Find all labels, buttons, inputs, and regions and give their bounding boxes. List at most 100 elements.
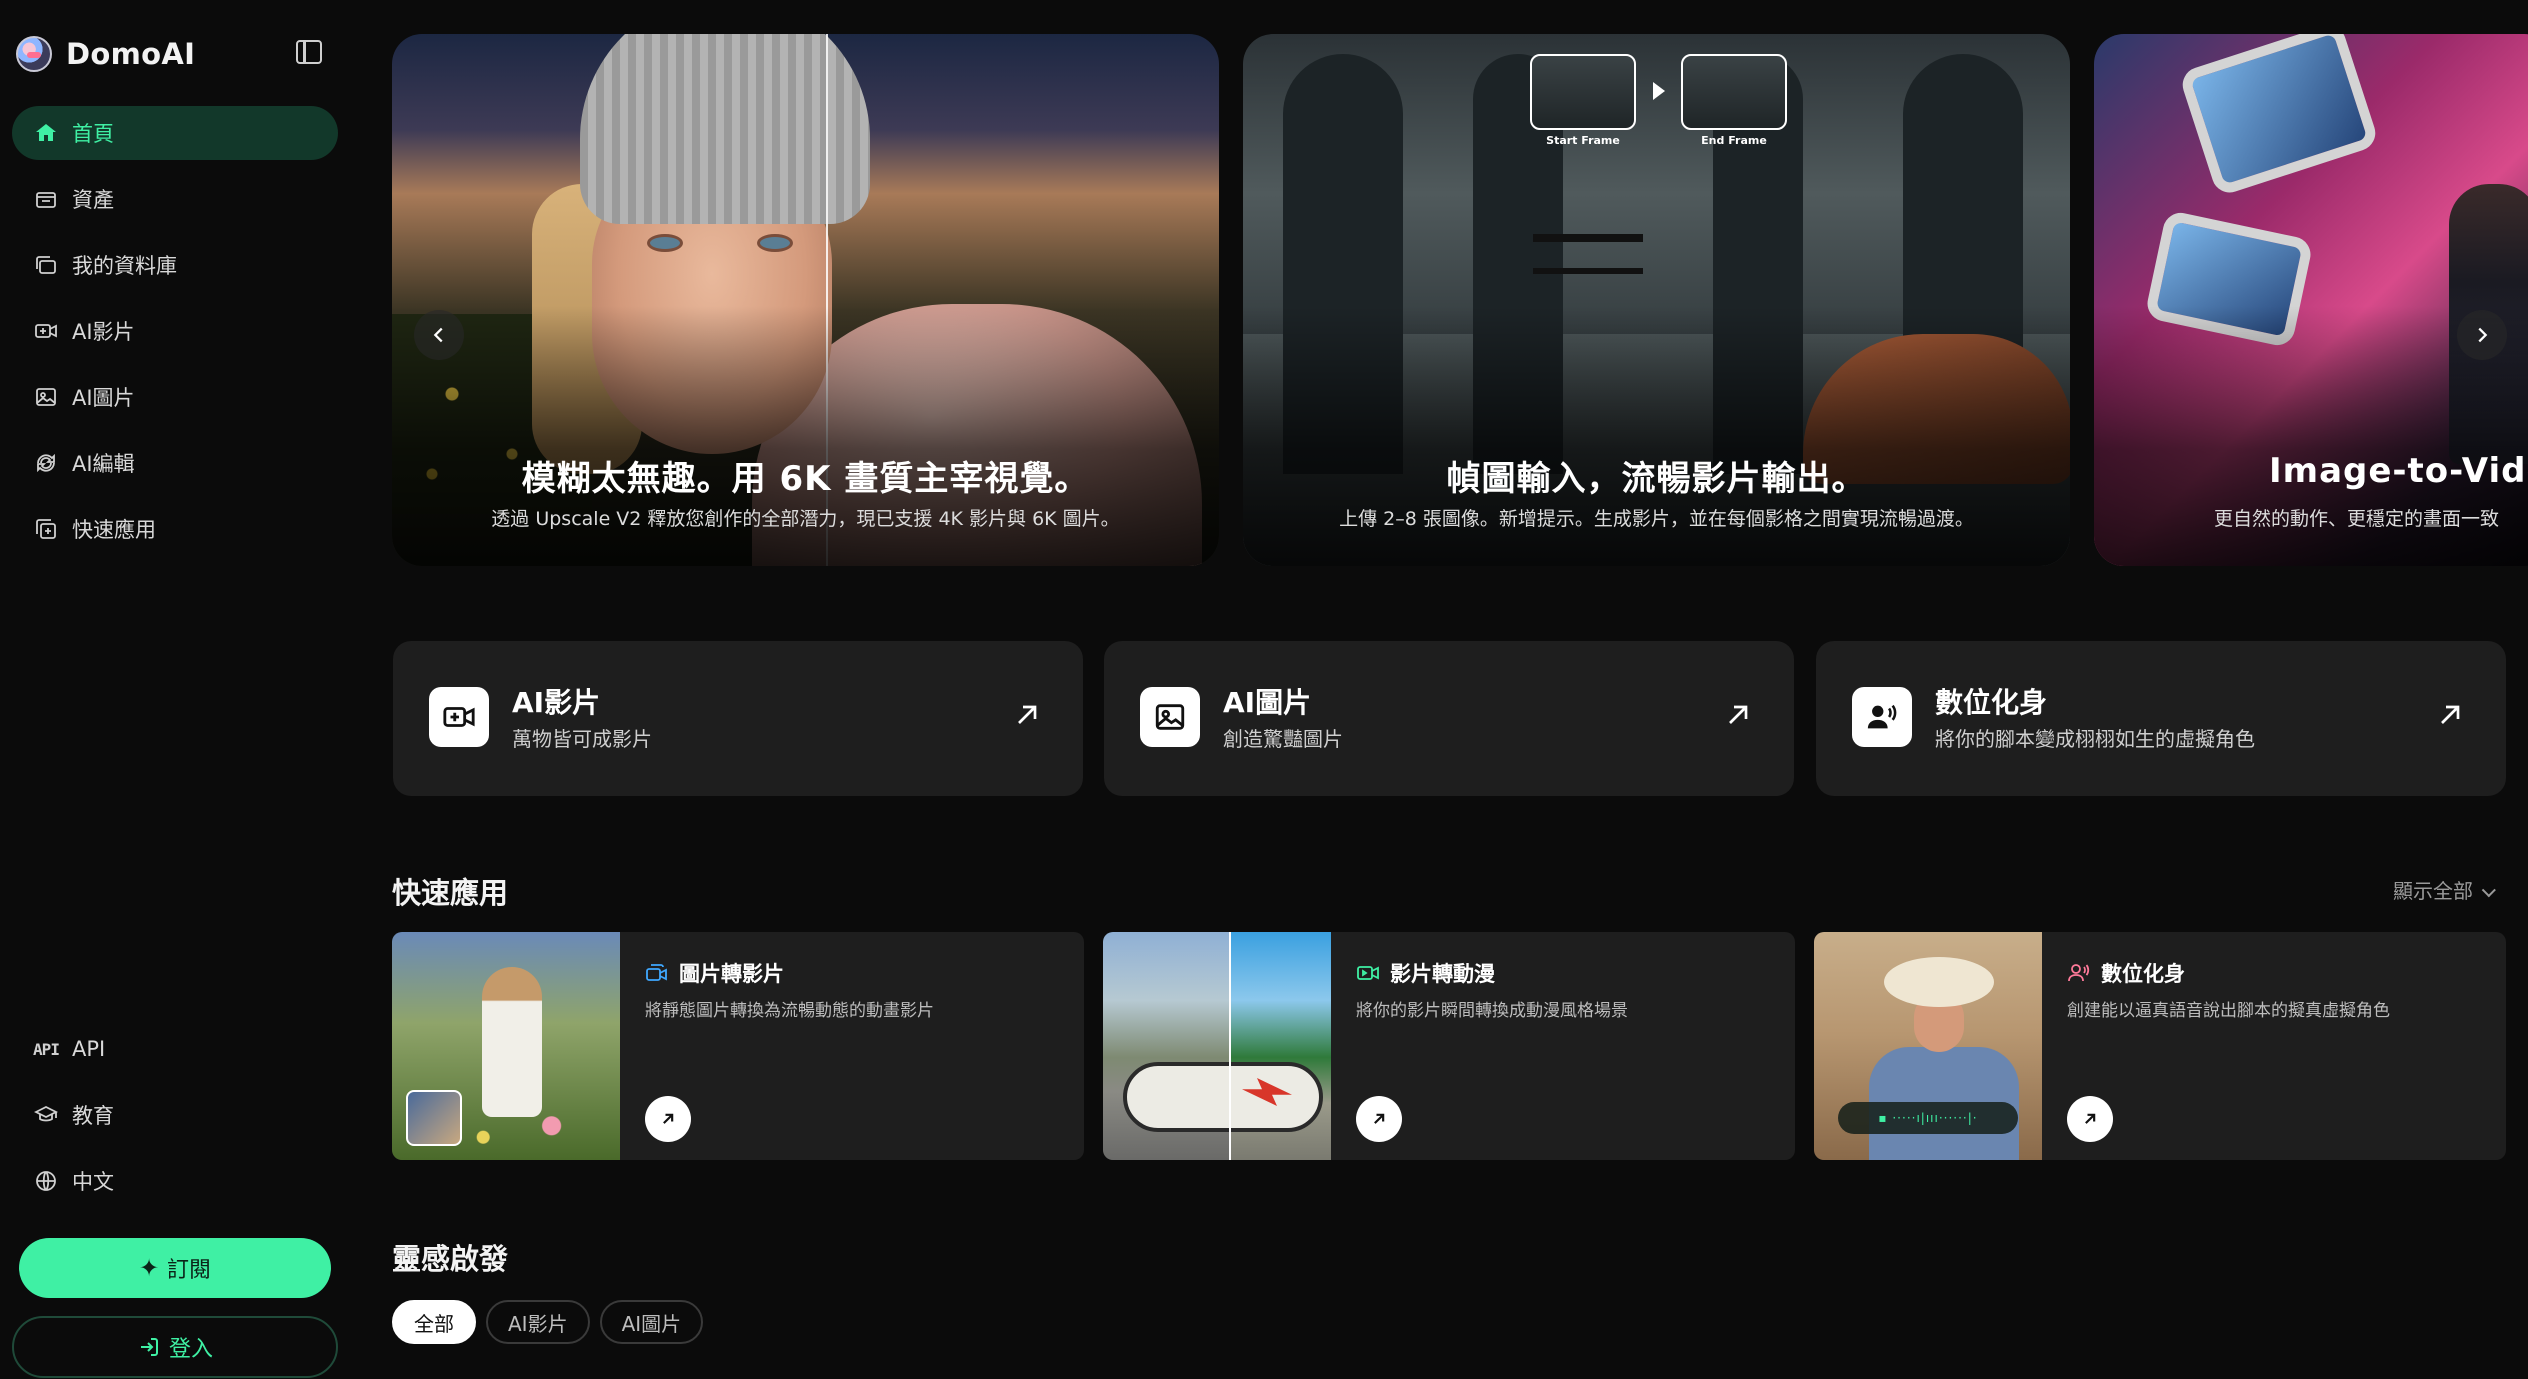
banner-frames-to-video[interactable]: Start Frame End Frame 幀圖輸入，流暢影片輸出。 上傳 2–…: [1243, 34, 2070, 566]
thumbnail-motorcycle: [1123, 1062, 1323, 1132]
banner-image-bench: [1533, 234, 1643, 274]
quick-app-video-to-anime[interactable]: 影片轉動漫 將你的影片瞬間轉換成動漫風格場景: [1103, 932, 1795, 1160]
arrow-up-right-icon: [2441, 705, 2460, 724]
app-thumbnail: [392, 932, 620, 1160]
education-icon: [32, 1101, 60, 1129]
login-button[interactable]: 登入: [12, 1316, 338, 1378]
banner-upscale[interactable]: 模糊太無趣。用 6K 畫質主宰視覺。 透過 Upscale V2 釋放您創作的全…: [392, 34, 1219, 566]
carousel-next-button[interactable]: [2457, 310, 2507, 360]
feature-title: AI影片: [512, 686, 601, 719]
quick-app-avatar[interactable]: ▪ ·····ı|ııı······|· 數位化身 創建能以逼真語音說出腳本的擬…: [1814, 932, 2506, 1160]
sidebar-item-library[interactable]: 我的資料庫: [12, 238, 338, 292]
thumbnail-violinist: [482, 967, 542, 1117]
thumbnail-cowboy-hat: [1884, 957, 1994, 1007]
banner-subtitle: 透過 Upscale V2 釋放您創作的全部潛力，現已支援 4K 影片與 6K …: [491, 508, 1120, 530]
subscribe-button[interactable]: ✦ 訂閱: [19, 1238, 331, 1298]
video-plus-icon: [429, 687, 489, 747]
app-title: 數位化身: [2067, 958, 2185, 988]
quick-app-image-to-video[interactable]: 圖片轉影片 將靜態圖片轉換為流暢動態的動畫影片: [392, 932, 1084, 1160]
app-desc: 將你的影片瞬間轉換成動漫風格場景: [1356, 1001, 1628, 1021]
comparison-divider: [1229, 932, 1231, 1160]
banner-image-eye: [757, 234, 793, 252]
arrow-up-right-icon: [2085, 1113, 2096, 1124]
sidebar-item-language[interactable]: 中文: [12, 1154, 338, 1208]
feature-card-ai-image[interactable]: AI圖片 創造驚豔圖片: [1104, 641, 1794, 796]
start-frame-thumbnail: [1530, 54, 1636, 130]
sidebar-item-home[interactable]: 首頁: [12, 106, 338, 160]
banner-subtitle: 更自然的動作、更穩定的畫面一致: [2214, 508, 2500, 530]
banner-image-to-video[interactable]: Image-to-Video 更自然的動作、更穩定的畫面一致: [2094, 34, 2528, 566]
globe-icon: [32, 1167, 60, 1195]
image-icon: [1140, 687, 1200, 747]
chip-ai-image[interactable]: AI圖片: [599, 1300, 704, 1344]
collapse-sidebar-icon[interactable]: [296, 40, 322, 64]
play-arrow-icon: [1653, 82, 1665, 100]
app-desc: 將靜態圖片轉換為流暢動態的動畫影片: [645, 1001, 934, 1021]
sidebar-item-label: 我的資料庫: [72, 254, 177, 278]
show-all-link[interactable]: 顯示全部: [2393, 875, 2496, 904]
sidebar-item-label: 資產: [72, 188, 114, 212]
sparkle-icon: ✦: [138, 1254, 160, 1282]
feature-card-ai-video[interactable]: AI影片 萬物皆可成影片: [393, 641, 1083, 796]
sidebar-item-quick-apps[interactable]: 快速應用: [12, 502, 338, 556]
banner-title: 幀圖輸入，流暢影片輸出。: [1446, 459, 1867, 499]
brand[interactable]: DomoAI: [16, 34, 195, 74]
app-title-text: 影片轉動漫: [1390, 962, 1495, 986]
image-to-video-icon: [646, 964, 667, 981]
arrow-up-right-icon: [663, 1113, 674, 1124]
feature-title: AI圖片: [1223, 686, 1312, 719]
home-icon: [32, 119, 60, 147]
banner-title: Image-to-Video: [2269, 451, 2528, 491]
chevron-left-icon: [433, 327, 443, 343]
banner-image-eye: [647, 234, 683, 252]
arrow-up-right-icon: [1374, 1113, 1385, 1124]
login-label: 登入: [168, 1337, 213, 1362]
open-app-button[interactable]: [1356, 1096, 1402, 1142]
sidebar-item-ai-edit[interactable]: AI編輯: [12, 436, 338, 490]
sidebar-item-label: 中文: [72, 1170, 114, 1194]
image-icon: [32, 383, 60, 411]
video-to-anime-icon: [1357, 966, 1379, 980]
sidebar-item-api[interactable]: API API: [12, 1022, 338, 1076]
sidebar-item-education[interactable]: 教育: [12, 1088, 338, 1142]
show-all-label: 顯示全部: [2393, 879, 2473, 903]
sidebar-item-label: 教育: [72, 1104, 114, 1128]
open-app-button[interactable]: [645, 1096, 691, 1142]
sidebar-item-label: 首頁: [72, 122, 114, 146]
main-nav: 首頁 資產 我的資料庫 AI影片 AI圖片 AI編輯 快速應用: [12, 106, 338, 568]
api-icon: API: [33, 1039, 60, 1059]
avatar-speaking-icon: [1852, 687, 1912, 747]
feature-card-avatar[interactable]: 數位化身 將你的腳本變成栩栩如生的虛擬角色: [1816, 641, 2506, 796]
subscribe-label: 訂閱: [167, 1258, 212, 1283]
sidebar: DomoAI 首頁 資產 我的資料庫 AI影片 AI圖片 AI編輯 快速應用 A…: [0, 0, 350, 1379]
sidebar-item-ai-image[interactable]: AI圖片: [12, 370, 338, 424]
chevron-down-icon: [2481, 883, 2496, 898]
end-frame-label: End Frame: [1701, 134, 1767, 147]
sidebar-item-label: AI影片: [72, 320, 135, 344]
app-title: 圖片轉影片: [645, 958, 784, 988]
chip-all[interactable]: 全部: [392, 1300, 476, 1344]
library-icon: [32, 251, 60, 279]
bottom-nav: API API 教育 中文: [12, 1022, 338, 1220]
inspiration-filter-chips: 全部 AI影片 AI圖片: [392, 1300, 704, 1344]
app-desc: 創建能以逼真語音說出腳本的擬真虛擬角色: [2067, 1001, 2390, 1021]
chip-ai-video[interactable]: AI影片: [486, 1300, 590, 1344]
arrow-up-right-icon: [1729, 705, 1748, 724]
brand-name: DomoAI: [66, 37, 196, 71]
quick-apps-title: 快速應用: [392, 876, 509, 910]
banner-image-tv: [2178, 34, 2380, 198]
banner-title: 模糊太無趣。用 6K 畫質主宰視覺。: [521, 459, 1090, 499]
sidebar-item-assets[interactable]: 資產: [12, 172, 338, 226]
end-frame-thumbnail: [1681, 54, 1787, 130]
video-icon: [32, 317, 60, 345]
carousel-prev-button[interactable]: [414, 310, 464, 360]
edit-icon: [32, 449, 60, 477]
app-title: 影片轉動漫: [1356, 958, 1495, 988]
arrow-up-right-icon: [1018, 705, 1037, 724]
feature-desc: 萬物皆可成影片: [512, 727, 652, 751]
start-frame-label: Start Frame: [1546, 134, 1620, 147]
sidebar-item-ai-video[interactable]: AI影片: [12, 304, 338, 358]
open-app-button[interactable]: [2067, 1096, 2113, 1142]
avatar-icon: [2068, 964, 2090, 982]
sidebar-item-label: 快速應用: [72, 518, 156, 542]
